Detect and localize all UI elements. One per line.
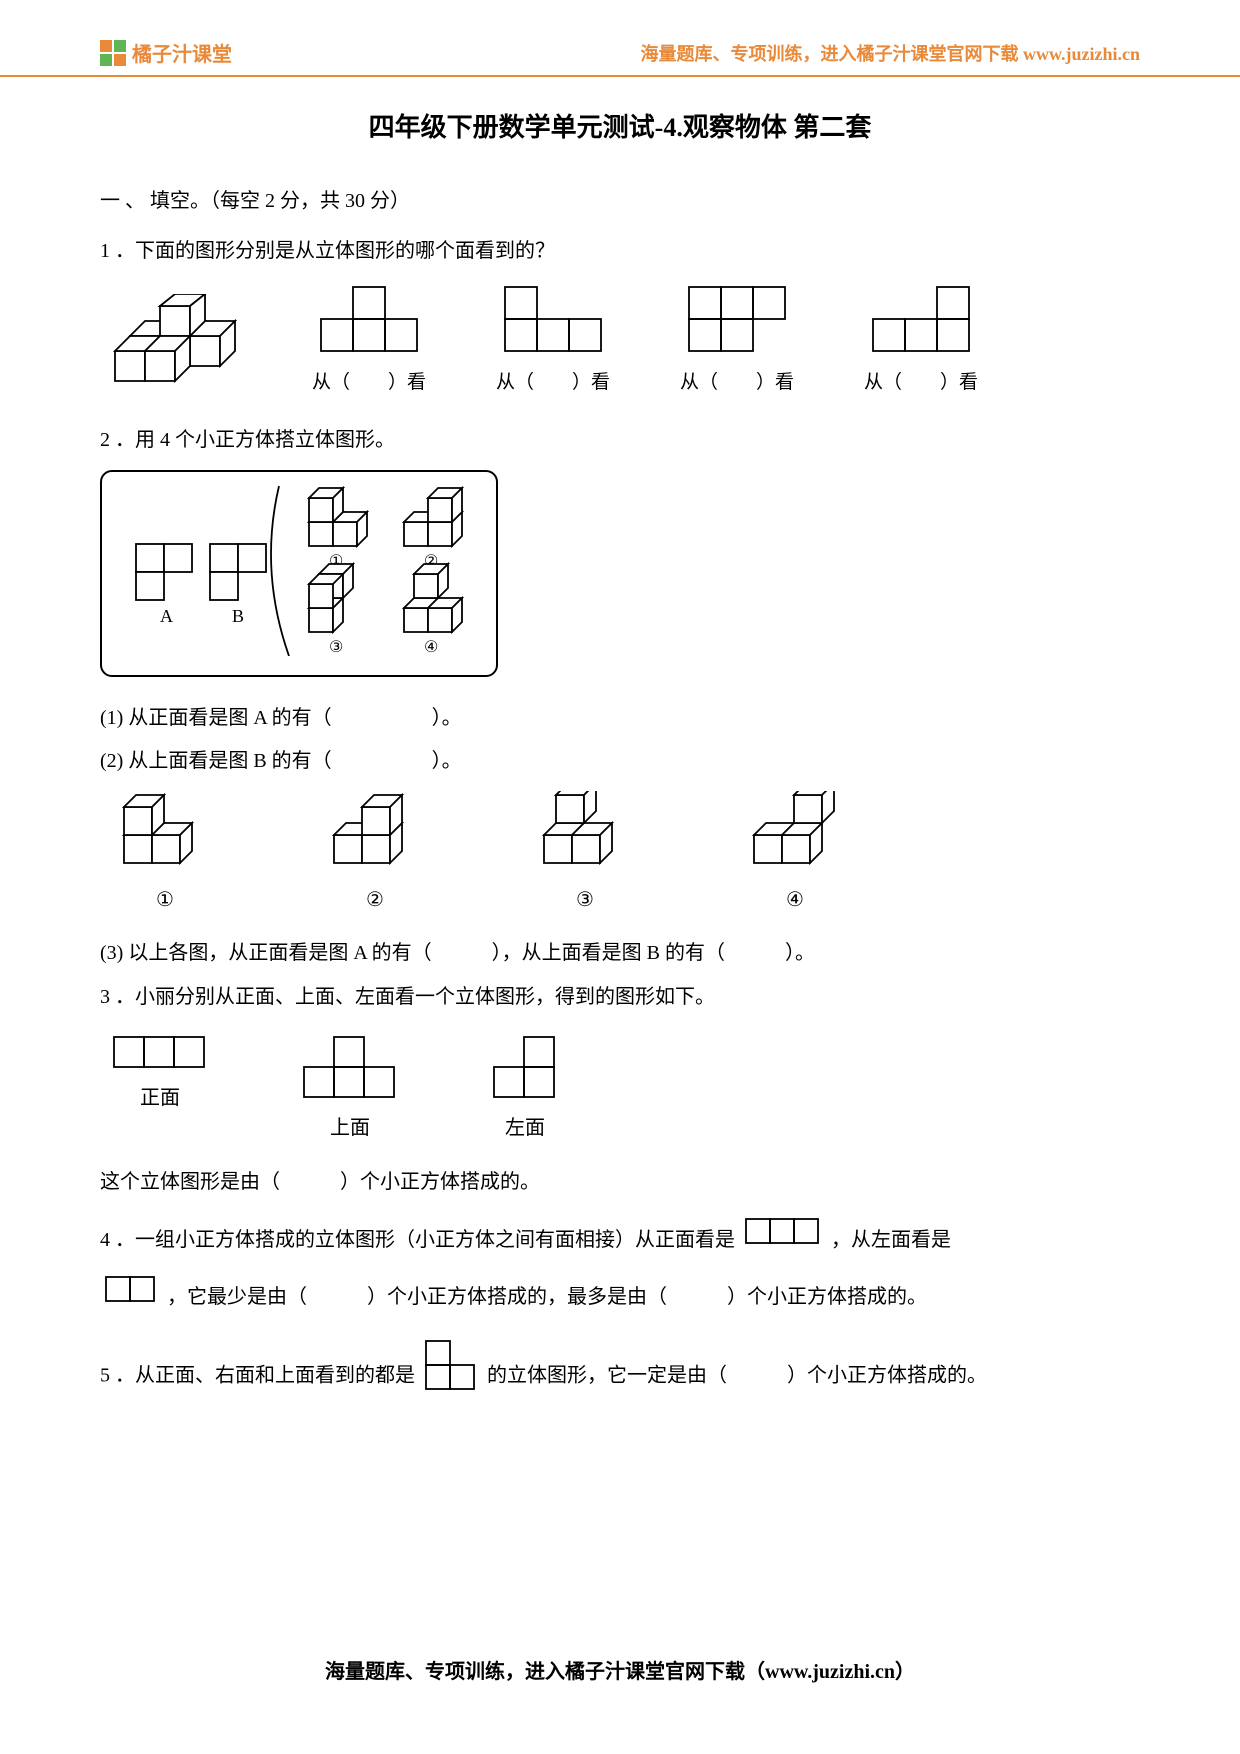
q3-front-view: 正面: [110, 1033, 210, 1140]
question-3: 3 ．小丽分别从正面、上面、左面看一个立体图形，得到的图形如下。: [100, 979, 1140, 1015]
flat-step-icon: [869, 285, 973, 357]
q4-part3: ，它最少是由（ ）个小正方体搭成的，最多是由（ ）个小正方体搭成的。: [167, 1286, 927, 1308]
q5-part1: 5 ．从正面、右面和上面看到的都是: [100, 1364, 420, 1386]
logo-section: 橘子汁课堂: [100, 38, 232, 67]
q1-label-3: 从（ ）看: [680, 367, 794, 394]
q4-inline-fig2: [104, 1271, 158, 1327]
q5-inline-fig: [424, 1339, 478, 1415]
q4-part1: 4 ．一组小正方体搭成的立体图形（小正方体之间有面相接）从正面看是: [100, 1229, 740, 1251]
inline-l-icon: [424, 1339, 478, 1393]
q3-followup: 这个立体图形是由（ ）个小正方体搭成的。: [100, 1164, 1140, 1200]
cube-3d-icon: [112, 294, 242, 394]
q1-3d-figure: [112, 294, 242, 394]
page-header: 橘子汁课堂 海量题库、专项训练，进入橘子汁课堂官网下载 www.juzizhi.…: [0, 0, 1240, 77]
flat-t-icon: [317, 285, 421, 357]
q2-box-icon: A B ①: [124, 486, 474, 656]
svg-text:A: A: [160, 606, 173, 626]
q2-sub3: (3) 以上各图，从正面看是图 A 的有（ ），从上面看是图 B 的有（ ）。: [100, 936, 1140, 965]
q1-figures: 从（ ）看 从（ ）看: [100, 285, 1140, 394]
svg-text:④: ④: [424, 639, 438, 656]
q5-part2: 的立体图形，它一定是由（ ）个小正方体搭成的。: [487, 1364, 987, 1386]
question-5: 5 ．从正面、右面和上面看到的都是 的立体图形，它一定是由（ ）个小正方体搭成的…: [100, 1339, 1140, 1415]
svg-text:B: B: [232, 606, 244, 626]
q1-label-4: 从（ ）看: [864, 367, 978, 394]
q1-view-1: 从（ ）看: [312, 285, 426, 394]
q3-front-label: 正面: [140, 1081, 180, 1110]
q1-label-1: 从（ ）看: [312, 367, 426, 394]
cube-fig1-icon: [120, 791, 210, 871]
inline-3row-icon: [744, 1217, 822, 1247]
q1-view-4: 从（ ）看: [864, 285, 978, 394]
svg-text:③: ③: [329, 639, 343, 656]
q4-inline-fig1: [744, 1213, 822, 1269]
cube-fig4-icon: [750, 791, 840, 871]
q2-figures-row: ① ②: [100, 791, 1140, 912]
front-view-icon: [110, 1033, 210, 1073]
q1-view-2: 从（ ）看: [496, 285, 610, 394]
q1-view-3: 从（ ）看: [680, 285, 794, 394]
section-label: 一 、 填空。（每空 2 分，共 30 分）: [100, 184, 1140, 213]
header-right-text: 海量题库、专项训练，进入橘子汁课堂官网下载 www.juzizhi.cn: [641, 40, 1141, 66]
logo-icon: [100, 40, 126, 66]
page-title: 四年级下册数学单元测试-4.观察物体 第二套: [100, 107, 1140, 144]
q2-fig-2: ②: [330, 791, 420, 912]
q1-label-2: 从（ ）看: [496, 367, 610, 394]
page-footer: 海量题库、专项训练，进入橘子汁课堂官网下载（www.juzizhi.cn）: [0, 1655, 1240, 1684]
q2-sub2: (2) 从上面看是图 B 的有（ ）。: [100, 744, 1140, 773]
q2-circled-3: ③: [576, 887, 594, 912]
flat-top-icon: [685, 285, 789, 357]
question-1: 1 ．下面的图形分别是从立体图形的哪个面看到的？: [100, 233, 1140, 269]
q2-circled-1: ①: [156, 887, 174, 912]
q3-views-row: 正面 上面 左面: [100, 1033, 1140, 1140]
q2-sub1: (1) 从正面看是图 A 的有（ ）。: [100, 701, 1140, 730]
q3-left-label: 左面: [505, 1111, 545, 1140]
q2-fig-1: ①: [120, 791, 210, 912]
logo-text: 橘子汁课堂: [132, 38, 232, 67]
question-4: 4 ．一组小正方体搭成的立体图形（小正方体之间有面相接）从正面看是 ，从左面看是…: [100, 1212, 1140, 1327]
cube-fig2-icon: [330, 791, 420, 871]
q3-top-label: 上面: [330, 1111, 370, 1140]
q2-box: A B ①: [100, 470, 498, 677]
q2-circled-2: ②: [366, 887, 384, 912]
left-view-icon: [490, 1033, 560, 1103]
q3-top-view: 上面: [300, 1033, 400, 1140]
flat-l-icon: [501, 285, 605, 357]
q2-fig-4: ④: [750, 791, 840, 912]
q2-circled-4: ④: [786, 887, 804, 912]
content-area: 四年级下册数学单元测试-4.观察物体 第二套 一 、 填空。（每空 2 分，共 …: [0, 77, 1240, 1415]
inline-2row-icon: [104, 1275, 158, 1305]
top-view-icon: [300, 1033, 400, 1103]
q2-fig-3: ③: [540, 791, 630, 912]
q3-left-view: 左面: [490, 1033, 560, 1140]
question-2: 2 ．用 4 个小正方体搭立体图形。: [100, 422, 1140, 458]
cube-fig3-icon: [540, 791, 630, 871]
q4-part2: ，从左面看是: [831, 1229, 951, 1251]
